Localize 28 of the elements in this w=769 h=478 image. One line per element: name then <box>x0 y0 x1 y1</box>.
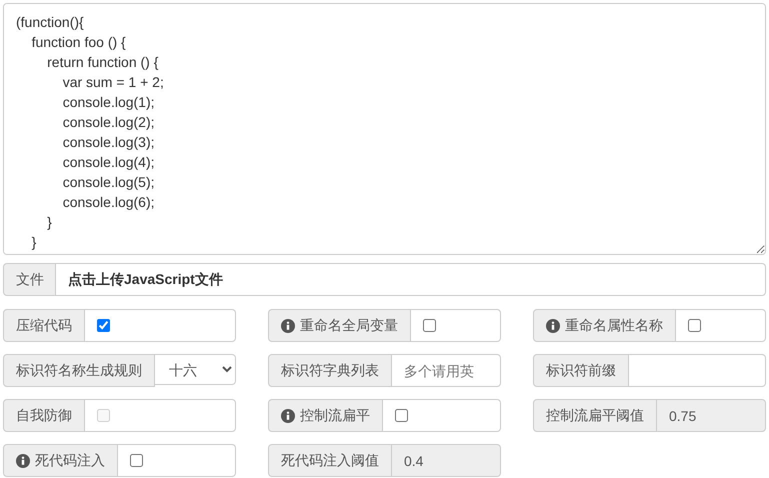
label-text: 控制流扁平 <box>300 406 370 424</box>
value-field: 0.4 <box>392 444 501 477</box>
checkbox[interactable] <box>423 319 436 332</box>
label-text: 自我防御 <box>16 406 72 424</box>
label-text: 标识符前缀 <box>546 362 616 380</box>
input-field[interactable]: 多个请用英 <box>392 354 501 387</box>
file-label: 文件 <box>3 263 56 296</box>
select-field[interactable]: 十六 <box>155 354 236 385</box>
label-text: 控制流扁平阈值 <box>546 406 644 424</box>
label-text: 压缩代码 <box>16 316 72 334</box>
label-text: 重命名全局变量 <box>300 316 398 334</box>
value-field: 0.75 <box>657 399 766 432</box>
checkbox[interactable] <box>130 454 143 467</box>
checkbox[interactable] <box>688 319 701 332</box>
checkbox[interactable] <box>97 319 110 332</box>
file-upload-field[interactable]: 点击上传JavaScript文件 <box>56 263 766 296</box>
checkbox[interactable] <box>395 409 408 422</box>
label-text: 死代码注入阈值 <box>281 452 379 470</box>
code-editor[interactable]: (function(){ function foo () { return function () { var sum = 1 + 2; console.log(1); console.log(2); console.log(3); console.log(4); console.log(5); console.log(6); } } <box>3 3 766 255</box>
info-icon <box>281 408 295 422</box>
info-icon <box>546 318 560 332</box>
info-icon <box>281 318 295 332</box>
input-field[interactable] <box>629 354 766 387</box>
label-text: 标识符名称生成规则 <box>16 362 142 380</box>
label-text: 标识符字典列表 <box>281 362 379 380</box>
label-text: 重命名属性名称 <box>565 316 663 334</box>
info-icon <box>16 454 30 468</box>
label-text: 死代码注入 <box>35 452 105 470</box>
